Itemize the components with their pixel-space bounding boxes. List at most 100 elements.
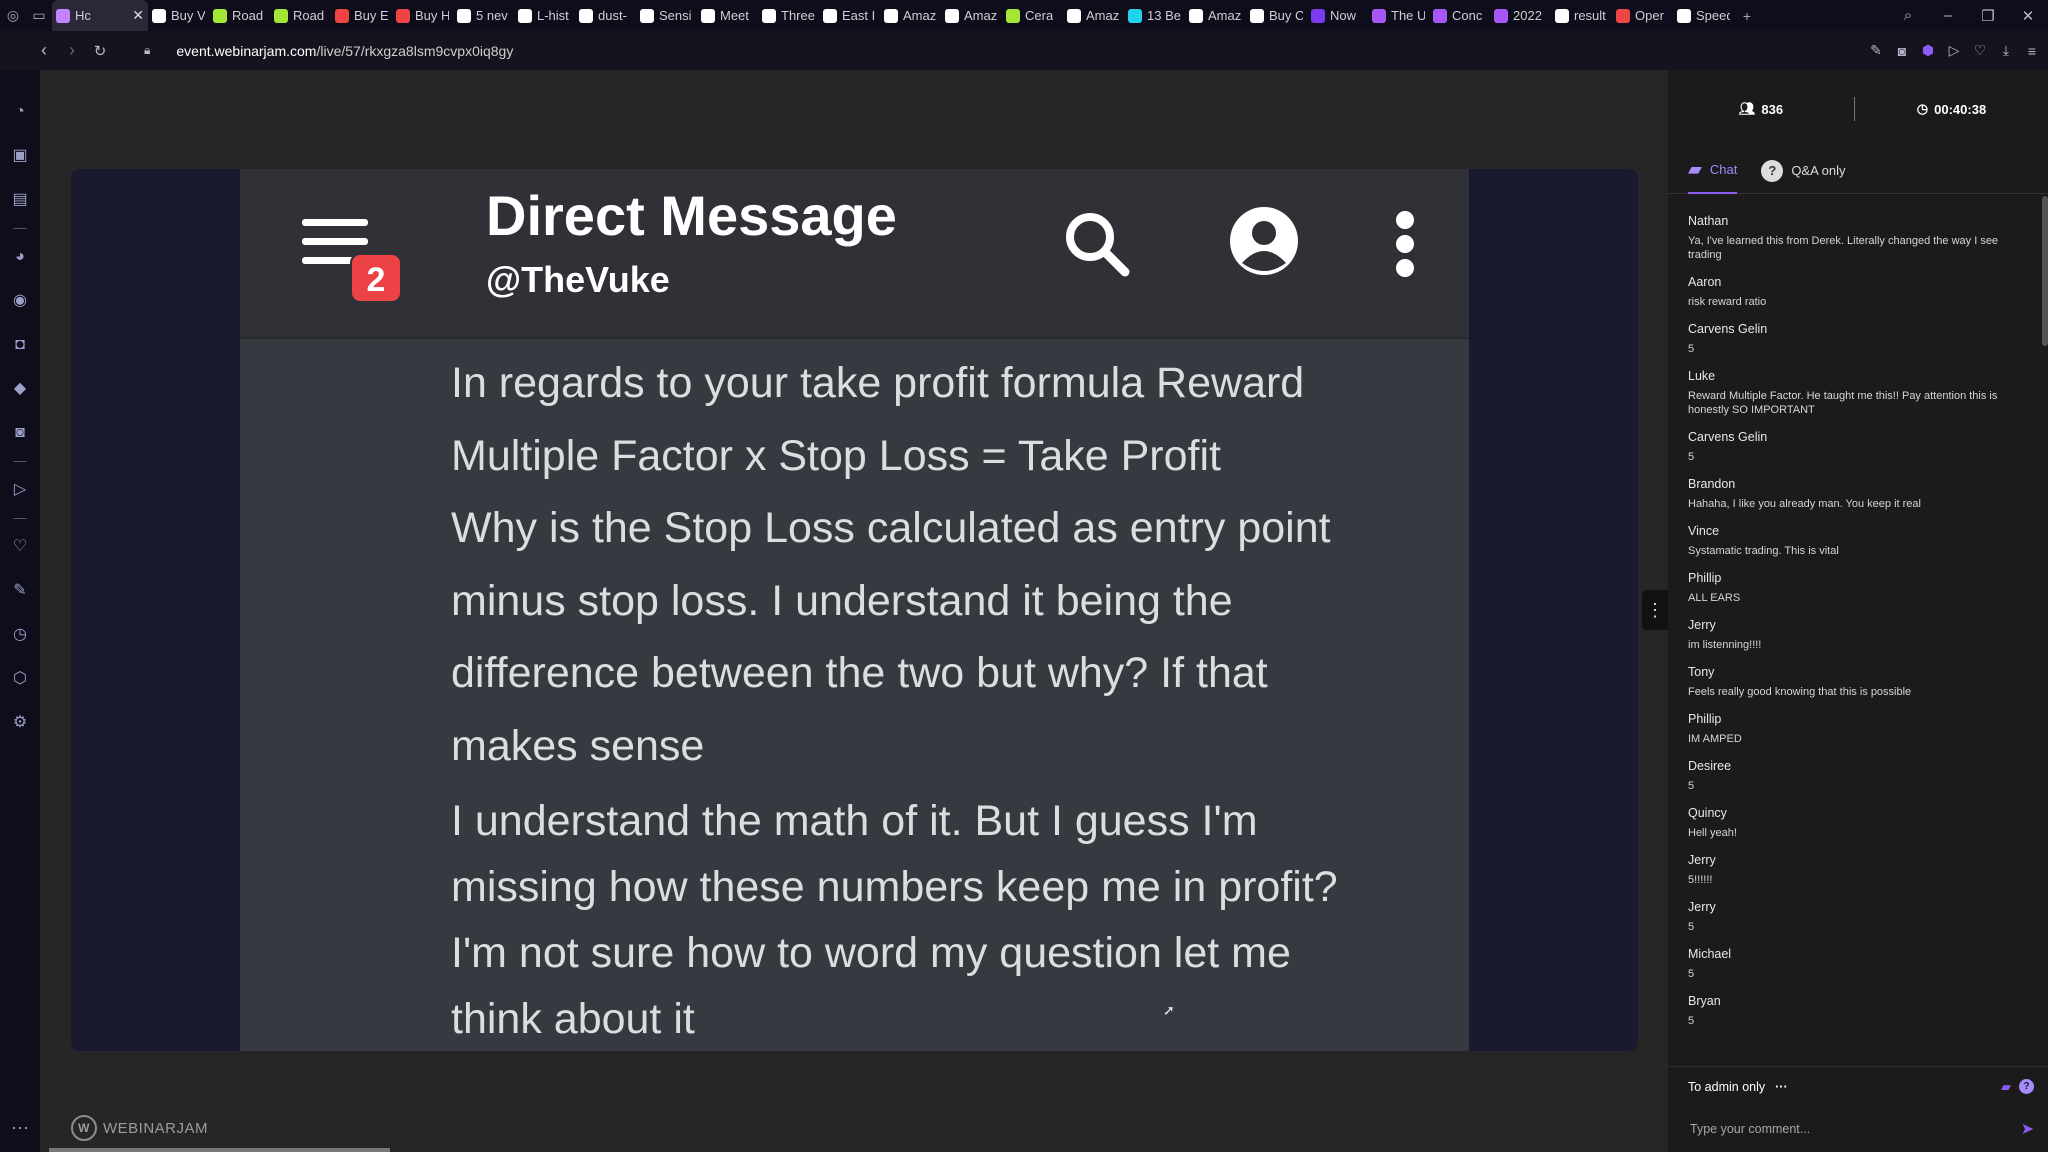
browser-tab[interactable]: Sensi [636,0,697,31]
speed-dial-icon[interactable]: ◔ [9,101,31,123]
browser-tab[interactable]: Buy E [331,0,392,31]
tab-favicon-icon [1555,8,1569,23]
browser-tab[interactable]: Amaz [880,0,941,31]
chat-message: Brandon Hahaha, I like you already man. Y… [1688,477,2032,511]
browser-tab[interactable]: Amaz [941,0,1002,31]
lock-icon[interactable]: 🔒︎ [144,43,150,58]
bag-icon[interactable]: ▣ [9,145,31,167]
elapsed-timer: ◷ 00:40:38 [1855,101,2048,117]
chat-actions: ▰ ? [2001,1079,2034,1095]
browser-tab[interactable]: Road [209,0,270,31]
chat-scrollbar[interactable] [2042,196,2048,346]
browser-tab[interactable]: Buy H [392,0,453,31]
video-player[interactable]: 2 Direct Message @TheVuke In regards to … [71,169,1638,1051]
tab-chat[interactable]: ▰ Chat [1688,148,1738,194]
reload-icon[interactable]: ↻ [86,42,114,60]
close-tab-icon[interactable]: ✕ [132,7,144,24]
webinar-stage: 2 Direct Message @TheVuke In regards to … [40,70,1668,1152]
browser-tab[interactable]: The U [1368,0,1429,31]
browser-tab[interactable]: Amaz [1185,0,1246,31]
message-line: makes sense [451,721,705,770]
sidebar-divider [13,461,27,462]
comment-composer: ➤ [1668,1106,2048,1152]
help-icon[interactable]: ? [2019,1079,2034,1094]
extensions-icon[interactable]: ⬡ [9,668,31,690]
tab-chat-label: Chat [1709,162,1738,177]
chat-author: Aaron [1688,275,1722,289]
elapsed-value: 00:40:38 [1934,101,1987,117]
chat-text: risk reward ratio [1688,296,1767,308]
new-tab-icon[interactable]: + [1734,0,1760,31]
back-icon[interactable]: ‹ [30,40,58,61]
tab-label: Amaz [1086,8,1120,23]
edit-icon[interactable]: ✎ [1866,42,1886,59]
tab-actions-icon[interactable]: ▭ [26,0,52,31]
notes-icon[interactable]: ✎ [9,580,31,602]
send-page-icon[interactable]: ▷ [1944,42,1964,59]
browser-tab[interactable]: Speed [1673,0,1734,31]
twitch-icon[interactable]: ▤ [9,189,31,211]
discord-icon[interactable]: ◙ [9,422,31,444]
more-options-icon[interactable]: ··· [1775,1080,1788,1094]
browser-tab[interactable]: Buy V [148,0,209,31]
comment-input[interactable] [1688,1121,2021,1137]
browser-tab[interactable]: 5 nev [453,0,514,31]
chat-bubble-icon[interactable]: ▰ [2001,1079,2011,1095]
minimize-icon[interactable]: – [1928,7,1968,24]
browser-tab[interactable]: L-hist [514,0,575,31]
chat-message: Bryan 5 [1688,994,2032,1028]
player-icon[interactable]: ▷ [9,479,31,501]
shield-icon[interactable]: ⬢ [1918,42,1938,59]
browser-tab[interactable]: 13 Be [1124,0,1185,31]
url-path: /live/57/rkxgza8lsm9cvpx0iq8gy [316,42,514,59]
download-icon[interactable]: ⤓ [1996,42,2016,59]
browser-tab[interactable]: Cera [1002,0,1063,31]
recipient-selector[interactable]: To admin only ··· ▰ ? [1668,1066,2048,1106]
browser-tab[interactable]: Three [758,0,819,31]
url-field[interactable]: event.webinarjam.com/live/57/rkxgza8lsm9… [176,43,513,59]
tab-label: Buy E [354,8,388,23]
favorites-icon[interactable]: ♡ [9,536,31,558]
whatsapp-icon[interactable]: ◉ [9,290,31,312]
history-icon[interactable]: ◷ [9,624,31,646]
close-window-icon[interactable]: ✕ [2008,7,2048,25]
chat-message: Michael 5 [1688,947,2032,981]
chat-message-list[interactable]: Nathan Ya, I've learned this from Derek. … [1668,194,2048,1054]
search-tabs-icon[interactable]: ⌕ [1888,7,1928,24]
browser-tab[interactable]: Oper [1612,0,1673,31]
browser-tab[interactable]: result [1551,0,1612,31]
browser-logo-icon[interactable]: ◎ [0,0,26,31]
browser-tab[interactable]: Meet [697,0,758,31]
tab-favicon-icon [518,8,532,23]
browser-tab[interactable]: Now [1307,0,1368,31]
browser-tab[interactable]: East I [819,0,880,31]
chat-message: Phillip IM AMPED [1688,712,2032,746]
settings-icon[interactable]: ⚙ [9,712,31,734]
chat-message: Jerry 5!!!!!! [1688,853,2032,887]
restore-icon[interactable]: ❐ [1968,7,2008,25]
instagram-icon[interactable]: ◘ [9,334,31,356]
browser-tab[interactable]: Conc [1429,0,1490,31]
viewer-count-value: 836 [1761,101,1784,117]
twitter-icon[interactable]: ◆ [9,378,31,400]
browser-tab[interactable]: Road [270,0,331,31]
chat-text: 5!!!!!! [1688,874,1713,886]
send-icon[interactable]: ➤ [2021,1119,2034,1139]
browser-tab[interactable]: dust- [575,0,636,31]
camera-icon[interactable]: ◙ [1892,43,1912,59]
tab-favicon-icon [1494,8,1508,23]
browser-tab[interactable]: Hc ✕ [52,0,148,31]
more-icon[interactable]: ··· [11,1117,29,1138]
tab-qa-only[interactable]: ? Q&A only [1761,148,1846,194]
heart-icon[interactable]: ♡ [1970,42,1990,59]
browser-tab[interactable]: Amaz [1063,0,1124,31]
panel-options-icon[interactable]: ⋮ [1642,590,1668,630]
browser-tab[interactable]: Buy C [1246,0,1307,31]
kebab-menu-icon [1396,211,1416,277]
messenger-icon[interactable]: ◕ [9,246,31,268]
tab-favicon-icon [884,8,898,23]
browser-tab[interactable]: 2022 [1490,0,1551,31]
forward-icon[interactable]: › [58,40,86,61]
chat-author: Brandon [1688,477,1736,491]
menu-icon[interactable]: ≡ [2022,43,2042,59]
